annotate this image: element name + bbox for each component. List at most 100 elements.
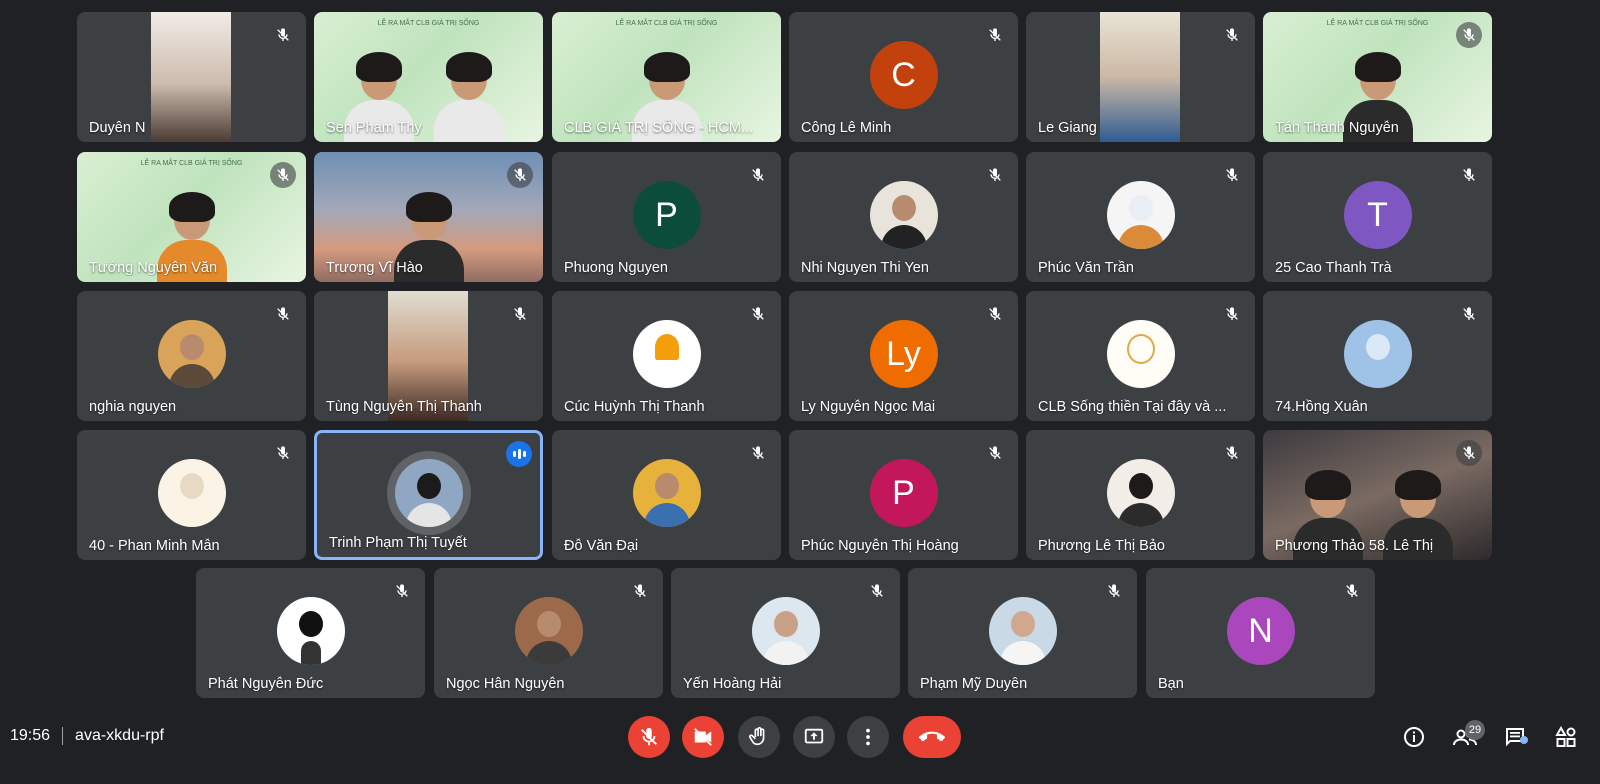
mic-off-icon <box>627 578 653 604</box>
avatar: P <box>632 181 701 249</box>
people-count-badge: 29 <box>1465 720 1485 740</box>
raise-hand-icon <box>749 727 765 746</box>
participant-tile[interactable]: Cúc Huỳnh Thị Thanh <box>552 291 781 421</box>
mic-off-icon <box>1219 301 1245 327</box>
participant-tile[interactable]: Nhi Nguyen Thi Yen <box>789 152 1018 282</box>
mic-off-icon <box>864 578 890 604</box>
mic-off-icon <box>507 301 533 327</box>
mic-off-icon <box>745 162 771 188</box>
avatar <box>988 597 1057 665</box>
toggle-mic-button[interactable] <box>628 716 670 758</box>
participant-tile[interactable]: Đỗ Văn Đại <box>552 430 781 560</box>
participant-tile[interactable]: Phương Lê Thị Bảo <box>1026 430 1255 560</box>
raise-hand-button[interactable] <box>738 716 780 758</box>
mic-off-icon <box>982 162 1008 188</box>
participant-name: Phạm Mỹ Duyên <box>920 676 1028 692</box>
avatar <box>751 597 820 665</box>
meeting-details: 19:56 ava-xkdu-rpf <box>10 724 164 748</box>
participant-tile[interactable]: LỄ RA MẮT CLB GIÁ TRỊ SỐNG Tán Thành Ngu… <box>1263 12 1492 142</box>
mic-off-icon <box>1219 440 1245 466</box>
avatar <box>1106 459 1175 527</box>
avatar <box>394 459 463 527</box>
mic-off-icon <box>1456 22 1482 48</box>
avatar: N <box>1226 597 1295 665</box>
participant-name: Công Lê Minh <box>801 120 892 136</box>
avatar <box>157 320 226 388</box>
more-options-button[interactable] <box>847 716 889 758</box>
avatar <box>276 597 345 665</box>
mic-off-icon <box>982 22 1008 48</box>
divider <box>62 727 64 745</box>
participant-tile[interactable]: Phát Nguyễn Đức <box>196 568 425 698</box>
participant-name: Phương Thảo 58. Lê Thị <box>1275 538 1434 554</box>
leave-call-button[interactable] <box>903 716 961 758</box>
clock: 19:56 <box>10 727 51 744</box>
mic-off-icon <box>1456 440 1482 466</box>
participant-name: 25 Cao Thanh Trà <box>1275 260 1392 276</box>
present-now-button[interactable] <box>793 716 835 758</box>
participant-tile[interactable]: LỄ RA MẮT CLB GIÁ TRỊ SỐNG CLB GIÁ TRỊ S… <box>552 12 781 142</box>
participant-name: Bạn <box>1158 676 1184 692</box>
mic-off-icon <box>1456 301 1482 327</box>
avatar: P <box>869 459 938 527</box>
participant-tile[interactable]: LỄ RA MẮT CLB GIÁ TRỊ SỐNG Sen Pham Thy <box>314 12 543 142</box>
participant-name: Trinh Phạm Thị Tuyết <box>329 535 467 551</box>
mic-off-icon <box>507 162 533 188</box>
mic-off-icon <box>389 578 415 604</box>
participant-tile-self[interactable]: N Bạn <box>1146 568 1375 698</box>
participant-tile[interactable]: CLB Sống thiền Tại đây và ... <box>1026 291 1255 421</box>
participant-tile[interactable]: Le Giang <box>1026 12 1255 142</box>
event-banner: LỄ RA MẮT CLB GIÁ TRỊ SỐNG <box>140 160 243 167</box>
activities-button[interactable] <box>1551 722 1581 752</box>
participant-name: nghia nguyen <box>89 399 177 415</box>
present-icon <box>804 728 824 744</box>
participant-tile[interactable]: Phúc Văn Trần <box>1026 152 1255 282</box>
avatar: C <box>869 41 938 109</box>
mic-off-icon <box>270 22 296 48</box>
participant-tile[interactable]: 74.Hồng Xuân <box>1263 291 1492 421</box>
participant-tile[interactable]: 40 - Phan Minh Mẫn <box>77 430 306 560</box>
participant-tile[interactable]: Phạm Mỹ Duyên <box>908 568 1137 698</box>
participant-tile[interactable]: Yến Hoàng Hải <box>671 568 900 698</box>
participant-name: Duyên N <box>89 120 146 136</box>
participant-name: Trương Vĩ Hào <box>326 260 423 276</box>
participant-tile[interactable]: LỄ RA MẮT CLB GIÁ TRỊ SỐNG Tướng Nguyễn … <box>77 152 306 282</box>
participant-tile[interactable]: Tùng Nguyễn Thị Thanh <box>314 291 543 421</box>
participant-tile[interactable]: T 25 Cao Thanh Trà <box>1263 152 1492 282</box>
avatar <box>1106 181 1175 249</box>
info-icon <box>1404 727 1424 747</box>
event-banner: LỄ RA MẮT CLB GIÁ TRỊ SỐNG <box>615 20 718 27</box>
participant-tile[interactable]: Ngọc Hân Nguyễn <box>434 568 663 698</box>
mic-off-icon <box>1219 22 1245 48</box>
mic-off-icon <box>745 440 771 466</box>
participant-name: Cúc Huỳnh Thị Thanh <box>564 399 705 415</box>
toggle-camera-button[interactable] <box>682 716 724 758</box>
avatar <box>869 181 938 249</box>
participant-name: Phuong Nguyen <box>564 260 668 276</box>
avatar <box>632 320 701 388</box>
participant-tile[interactable]: P Phuong Nguyen <box>552 152 781 282</box>
participant-tile[interactable]: Ly Ly Nguyễn Ngọc Mai <box>789 291 1018 421</box>
mic-off-icon <box>641 727 657 746</box>
avatar <box>632 459 701 527</box>
participant-name: 74.Hồng Xuân <box>1275 399 1368 415</box>
participant-tile[interactable]: Phương Thảo 58. Lê Thị <box>1263 430 1492 560</box>
participant-name: Yến Hoàng Hải <box>683 676 782 692</box>
participant-tile[interactable]: Duyên N <box>77 12 306 142</box>
participant-tile[interactable]: nghia nguyen <box>77 291 306 421</box>
meeting-info-button[interactable] <box>1399 722 1429 752</box>
mic-off-icon <box>745 301 771 327</box>
participant-name: Nhi Nguyen Thi Yen <box>801 260 929 276</box>
participant-tile[interactable]: P Phúc Nguyễn Thị Hoàng <box>789 430 1018 560</box>
participant-name: Le Giang <box>1038 120 1097 136</box>
participant-tile[interactable]: C Công Lê Minh <box>789 12 1018 142</box>
participant-tile-speaking[interactable]: Trinh Phạm Thị Tuyết <box>314 430 543 560</box>
activities-icon <box>1555 725 1576 747</box>
participant-tile[interactable]: Trương Vĩ Hào <box>314 152 543 282</box>
avatar <box>1343 320 1412 388</box>
mic-off-icon <box>1456 162 1482 188</box>
event-banner: LỄ RA MẮT CLB GIÁ TRỊ SỐNG <box>1326 20 1429 27</box>
participant-name: Tướng Nguyễn Văn <box>89 260 218 276</box>
participant-name: Tùng Nguyễn Thị Thanh <box>326 399 482 415</box>
participant-name: Phát Nguyễn Đức <box>208 676 324 692</box>
